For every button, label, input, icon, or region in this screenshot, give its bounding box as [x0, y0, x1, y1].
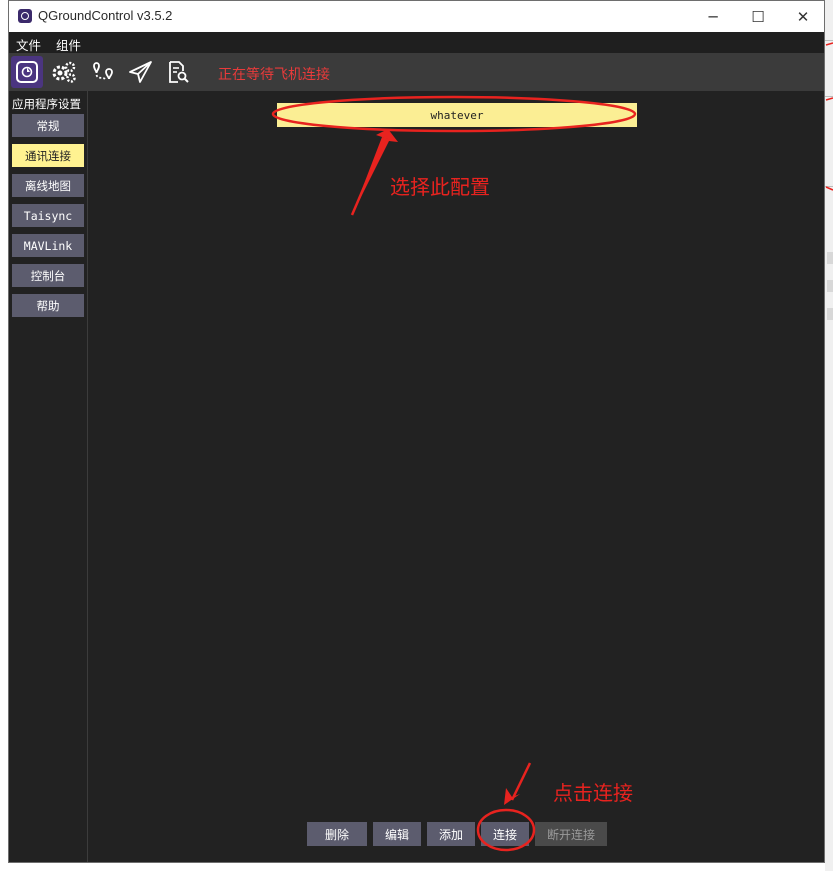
menu-bar: 文件 组件 [9, 32, 824, 53]
menu-file[interactable]: 文件 [16, 35, 41, 54]
qgc-logo-icon[interactable] [11, 56, 43, 88]
annotation-select-config: 选择此配置 [390, 175, 490, 199]
menu-widgets[interactable]: 组件 [56, 35, 81, 54]
delete-button[interactable]: 删除 [307, 822, 367, 846]
add-button[interactable]: 添加 [427, 822, 475, 846]
window-title: QGroundControl v3.5.2 [38, 8, 173, 23]
toolbar: 正在等待飞机连接 [9, 53, 824, 91]
sidebar-item-console[interactable]: 控制台 [12, 264, 84, 287]
sidebar-item-offline-maps[interactable]: 离线地图 [12, 174, 84, 197]
route-icon[interactable] [87, 56, 119, 88]
sidebar-heading: 应用程序设置 [12, 97, 81, 111]
sidebar-item-taisync[interactable]: Taisync [12, 204, 84, 227]
qgc-logo-glyph [21, 66, 33, 78]
title-bar[interactable]: QGroundControl v3.5.2 ─ ☐ ✕ [9, 1, 824, 32]
sidebar-item-mavlink[interactable]: MAVLink [12, 234, 84, 257]
connection-status: 正在等待飞机连接 [218, 67, 330, 83]
connect-button[interactable]: 连接 [481, 822, 529, 846]
disconnect-button[interactable]: 断开连接 [535, 822, 607, 846]
minimize-button[interactable]: ─ [690, 1, 736, 32]
settings-sidebar: 应用程序设置 常规 通讯连接 离线地图 Taisync MAVLink 控制台 … [9, 91, 88, 862]
close-button[interactable]: ✕ [780, 1, 826, 32]
link-config-item[interactable]: whatever [277, 103, 637, 127]
app-window: QGroundControl v3.5.2 ─ ☐ ✕ 文件 组件 正在等待飞机… [8, 0, 825, 863]
background-desktop [825, 0, 833, 871]
edit-button[interactable]: 编辑 [373, 822, 421, 846]
sidebar-item-general[interactable]: 常规 [12, 114, 84, 137]
gears-icon[interactable] [48, 56, 80, 88]
maximize-button[interactable]: ☐ [735, 1, 781, 32]
analyze-icon[interactable] [162, 56, 194, 88]
app-icon [18, 9, 32, 23]
annotation-click-connect: 点击连接 [553, 781, 633, 805]
sidebar-item-comm-links[interactable]: 通讯连接 [12, 144, 84, 167]
paper-plane-icon[interactable] [125, 56, 157, 88]
sidebar-item-help[interactable]: 帮助 [12, 294, 84, 317]
